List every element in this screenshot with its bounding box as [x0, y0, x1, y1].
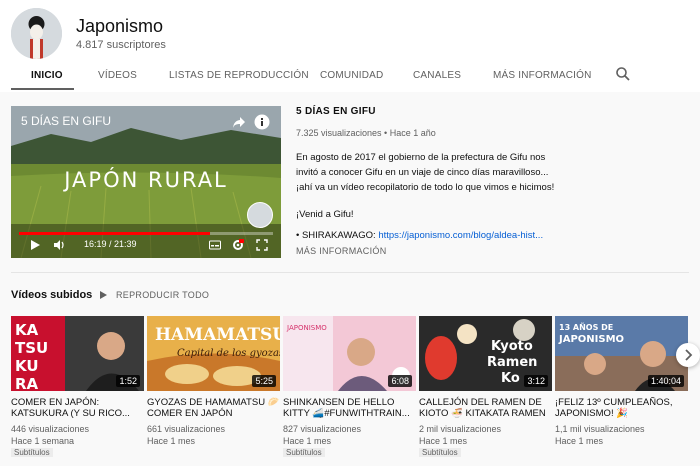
video-title[interactable]: SHINKANSEN DE HELLO KITTY 🚄#FUNWITHTRAIN… — [283, 397, 416, 419]
subtitles-badge: Subtítulos — [283, 448, 325, 457]
video-card[interactable]: 13 AÑOS DE JAPONISMO 1:40:04 ¡FELIZ 13º … — [555, 316, 688, 466]
settings-icon[interactable] — [232, 239, 244, 251]
video-duration: 3:12 — [524, 375, 548, 387]
video-title[interactable]: GYOZAS DE HAMAMATSU 🥟COMER EN JAPÓN — [147, 397, 280, 419]
svg-text:Capital de los gyozas: Capital de los gyozas — [177, 348, 280, 359]
tab-community[interactable]: COMUNIDAD — [320, 70, 383, 81]
video-thumbnail[interactable]: 13 AÑOS DE JAPONISMO 1:40:04 — [555, 316, 688, 391]
svg-text:KA: KA — [15, 321, 39, 339]
svg-text:HAMAMATSU: HAMAMATSU — [155, 325, 280, 345]
uploads-title[interactable]: Vídeos subidos — [11, 289, 92, 301]
video-title[interactable]: ¡FELIZ 13º CUMPLEAÑOS, JAPONISMO! 🎉 — [555, 397, 688, 419]
video-age: Hace 1 mes — [283, 436, 332, 446]
search-icon[interactable] — [615, 66, 631, 82]
video-thumbnail[interactable]: JAPONISMO 6:08 — [283, 316, 416, 391]
video-views: 1,1 mil visualizaciones — [555, 424, 645, 434]
tab-playlists[interactable]: LISTAS DE REPRODUCCIÓN — [169, 70, 309, 81]
link-prefix: • SHIRAKAWAGO: — [296, 230, 379, 241]
video-views: 2 mil visualizaciones — [419, 424, 502, 434]
active-tab-indicator — [11, 88, 74, 90]
svg-text:Ko: Ko — [501, 371, 520, 386]
video-title[interactable]: CALLEJÓN DEL RAMEN DE KIOTO 🍜 KITAKATA R… — [419, 397, 552, 419]
svg-text:KU: KU — [15, 357, 39, 375]
video-title[interactable]: COMER EN JAPÓN: KATSUKURA (Y SU RICO... — [11, 397, 144, 419]
video-age: Hace 1 mes — [555, 436, 604, 446]
player-time: 16:19 / 21:39 — [84, 239, 137, 249]
video-views: 661 visualizaciones — [147, 424, 226, 434]
channel-header: Japonismo 4.817 suscriptores INICIO VÍDE… — [0, 0, 700, 92]
video-age: Hace 1 mes — [419, 436, 468, 446]
featured-video-description: En agosto de 2017 el gobierno de la pref… — [296, 150, 556, 234]
subtitles-badge: Subtítulos — [11, 448, 53, 457]
subtitles-icon[interactable] — [209, 239, 221, 251]
channel-watermark[interactable] — [247, 202, 273, 228]
tab-channels[interactable]: CANALES — [413, 70, 461, 81]
play-icon[interactable] — [29, 239, 41, 251]
more-info-button[interactable]: MÁS INFORMACIÓN — [296, 246, 387, 256]
video-duration: 1:52 — [116, 375, 140, 387]
video-duration: 1:40:04 — [647, 375, 684, 387]
video-views: 827 visualizaciones — [283, 424, 362, 434]
svg-text:13 AÑOS DE: 13 AÑOS DE — [559, 322, 613, 332]
svg-text:TSU: TSU — [15, 339, 48, 357]
description-paragraph: ¡Venid a Gifu! — [296, 209, 354, 220]
subscriber-count: 4.817 suscriptores — [76, 39, 166, 51]
svg-text:RA: RA — [15, 375, 39, 391]
video-age: Hace 1 semana — [11, 436, 75, 446]
video-views: 446 visualizaciones — [11, 424, 90, 434]
video-duration: 5:25 — [252, 375, 276, 387]
featured-video-player[interactable]: 5 DÍAS EN GIFU JAPÓN RURAL 16:19 / 21:39 — [11, 106, 281, 258]
video-card[interactable]: KA TSU KU RA 1:52 COMER EN JAPÓN: KATSUK… — [11, 316, 144, 466]
video-thumbnail[interactable]: Kyoto Ramen Ko 3:12 — [419, 316, 552, 391]
tab-videos[interactable]: VÍDEOS — [98, 70, 137, 81]
progress-bar[interactable] — [19, 232, 273, 235]
description-link[interactable]: https://japonismo.com/blog/aldea-hist... — [378, 230, 543, 241]
video-card[interactable]: Kyoto Ramen Ko 3:12 CALLEJÓN DEL RAMEN D… — [419, 316, 552, 466]
video-card[interactable]: HAMAMATSU Capital de los gyozas 5:25 GYO… — [147, 316, 280, 466]
video-thumbnail[interactable]: KA TSU KU RA 1:52 — [11, 316, 144, 391]
info-icon[interactable] — [254, 114, 270, 130]
section-divider — [11, 272, 689, 273]
channel-avatar[interactable] — [11, 8, 62, 59]
featured-video-title[interactable]: 5 DÍAS EN GIFU — [296, 106, 376, 117]
play-all-button[interactable]: REPRODUCIR TODO — [100, 290, 209, 300]
chevron-right-icon — [685, 349, 693, 361]
play-all-label: REPRODUCIR TODO — [116, 290, 210, 300]
player-center-text: JAPÓN RURAL — [64, 168, 228, 192]
featured-video-meta: 7.325 visualizaciones • Hace 1 año — [296, 128, 436, 138]
video-card[interactable]: JAPONISMO 6:08 SHINKANSEN DE HELLO KITTY… — [283, 316, 416, 466]
description-paragraph: En agosto de 2017 el gobierno de la pref… — [296, 152, 555, 193]
description-link-line: • SHIRAKAWAGO: https://japonismo.com/blo… — [296, 230, 543, 241]
tab-about[interactable]: MÁS INFORMACIÓN — [493, 70, 592, 81]
share-icon[interactable] — [232, 115, 246, 129]
svg-text:JAPONISMO: JAPONISMO — [286, 324, 327, 332]
subtitles-badge: Subtítulos — [419, 448, 461, 457]
carousel-next-button[interactable] — [676, 343, 700, 367]
video-age: Hace 1 mes — [147, 436, 196, 446]
svg-text:Kyoto: Kyoto — [491, 339, 533, 354]
tab-inicio[interactable]: INICIO — [31, 70, 63, 81]
fullscreen-icon[interactable] — [256, 239, 268, 251]
progress-fill — [19, 232, 210, 235]
channel-name: Japonismo — [76, 16, 164, 36]
volume-icon[interactable] — [53, 239, 65, 251]
video-thumbnail[interactable]: HAMAMATSU Capital de los gyozas 5:25 — [147, 316, 280, 391]
player-overlay-title: 5 DÍAS EN GIFU — [21, 114, 112, 128]
svg-text:JAPONISMO: JAPONISMO — [558, 334, 624, 345]
svg-text:Ramen: Ramen — [487, 355, 537, 370]
play-all-icon — [100, 291, 107, 299]
video-duration: 6:08 — [388, 375, 412, 387]
